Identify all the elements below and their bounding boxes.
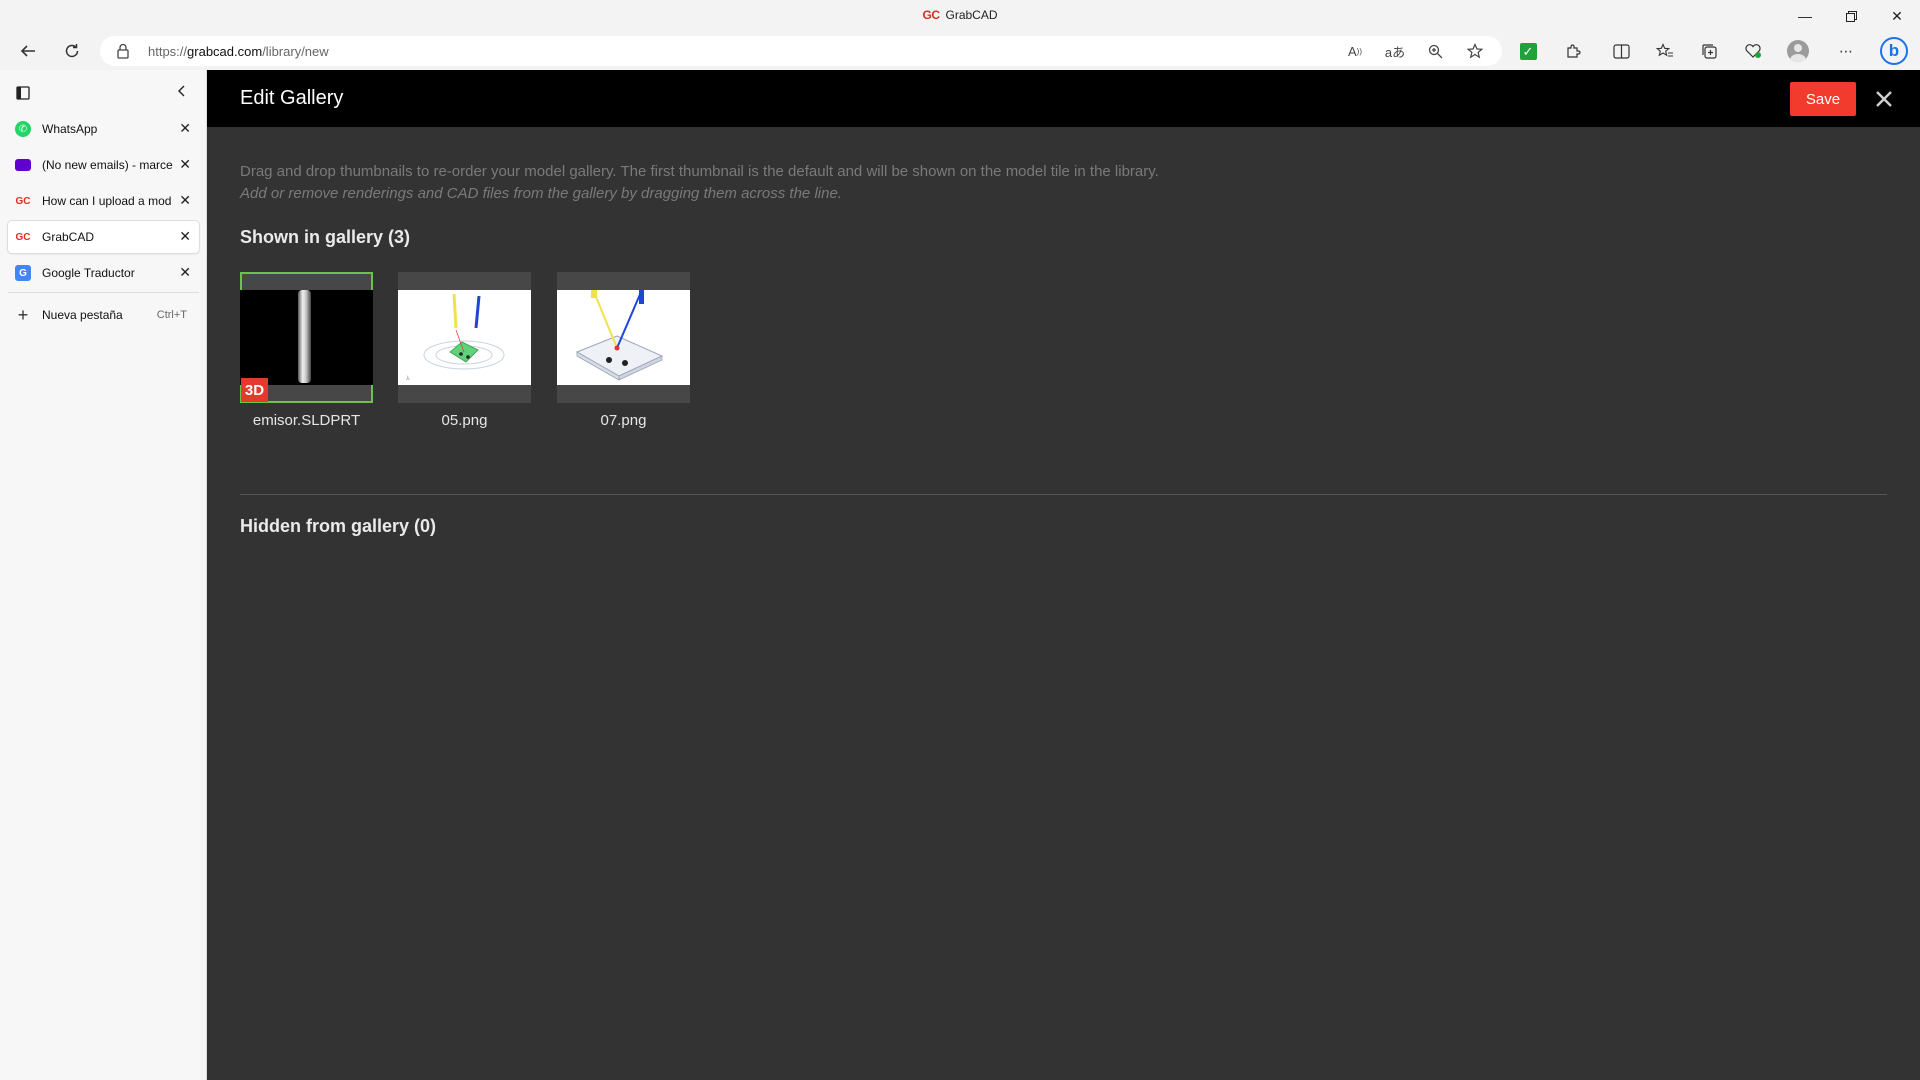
close-tab-icon[interactable]: ✕: [179, 120, 191, 137]
close-icon[interactable]: ✕: [1874, 0, 1920, 32]
save-button[interactable]: Save: [1790, 82, 1856, 116]
thumbnail-name: 07.png: [600, 412, 647, 429]
sidebar-divider: [8, 292, 199, 293]
split-screen-icon[interactable]: [1609, 39, 1633, 63]
close-tab-icon[interactable]: ✕: [179, 228, 191, 245]
google-translate-icon: G: [15, 265, 31, 281]
whatsapp-icon: ✆: [15, 121, 31, 137]
sidebar-tab-mail[interactable]: (No new emails) - marce ✕: [8, 149, 199, 181]
gallery-header: Edit Gallery Save: [207, 70, 1920, 127]
sidebar-tab-google-translate[interactable]: G Google Traductor ✕: [8, 257, 199, 289]
tab-label: WhatsApp: [42, 122, 98, 136]
grabcad-icon: GC: [15, 195, 31, 207]
shown-in-gallery-title: Shown in gallery (3): [240, 227, 411, 247]
3d-badge: 3D: [241, 378, 268, 402]
bing-copilot-icon[interactable]: b: [1879, 36, 1909, 66]
performance-heart-icon[interactable]: [1741, 39, 1765, 63]
favorite-star-icon[interactable]: [1462, 40, 1488, 62]
browser-toolbar: https://grabcad.com/library/new A)) aあ ✓…: [0, 32, 1920, 70]
read-aloud-icon[interactable]: A)): [1342, 40, 1368, 62]
grabcad-icon: GC: [15, 231, 31, 243]
hidden-from-gallery-title: Hidden from gallery (0): [240, 516, 437, 536]
lock-icon[interactable]: [116, 43, 132, 59]
tab-label: (No new emails) - marce: [42, 158, 173, 172]
tab-label: How can I upload a mod: [42, 194, 172, 208]
plus-icon: +: [17, 304, 29, 325]
new-tab-button[interactable]: + Nueva pestaña Ctrl+T: [8, 300, 199, 330]
url-text[interactable]: https://grabcad.com/library/new: [148, 44, 329, 59]
grabcad-icon: GC: [922, 8, 940, 22]
close-tab-icon[interactable]: ✕: [179, 156, 191, 173]
tab-label: GrabCAD: [42, 230, 95, 244]
vertical-tabs-sidebar: ✆ WhatsApp ✕ (No new emails) - marce ✕ G…: [0, 70, 207, 1080]
close-icon[interactable]: [1867, 82, 1901, 116]
close-tab-icon[interactable]: ✕: [179, 192, 191, 209]
gallery-thumbnail[interactable]: [557, 272, 690, 403]
extensions-icon[interactable]: [1561, 39, 1585, 63]
edit-gallery-panel: Edit Gallery Save Drag and drop thumbnai…: [207, 70, 1920, 1080]
window-title-text: GrabCAD: [945, 8, 998, 22]
tab-label: Google Traductor: [42, 266, 135, 280]
thumbnail-image: ⅄: [398, 290, 531, 385]
translate-icon[interactable]: aあ: [1382, 40, 1408, 62]
checkbox-extension-icon[interactable]: ✓: [1516, 39, 1540, 63]
thumbnail-name: 05.png: [441, 412, 488, 429]
svg-text:⅄: ⅄: [405, 375, 410, 382]
sidebar-tab-whatsapp[interactable]: ✆ WhatsApp ✕: [8, 113, 199, 145]
new-tab-shortcut: Ctrl+T: [156, 309, 187, 321]
restore-icon[interactable]: [1828, 0, 1874, 32]
sidebar-top-bar: [0, 82, 206, 106]
instructions-subtext: Add or remove renderings and CAD files f…: [240, 185, 842, 202]
profile-avatar-icon[interactable]: [1786, 39, 1810, 63]
collections-icon[interactable]: [1697, 39, 1721, 63]
refresh-icon[interactable]: [56, 36, 88, 66]
url-prefix: https://: [148, 44, 188, 59]
url-path: /library/new: [262, 44, 329, 59]
page-title: Edit Gallery: [240, 87, 344, 109]
new-tab-label: Nueva pestaña: [42, 308, 123, 322]
back-icon[interactable]: [12, 36, 44, 66]
close-tab-icon[interactable]: ✕: [179, 264, 191, 281]
url-domain: grabcad.com: [187, 44, 263, 59]
minimize-icon[interactable]: —: [1782, 0, 1828, 32]
collapse-sidebar-icon[interactable]: [176, 84, 188, 103]
window-title: GC GrabCAD: [0, 8, 1920, 22]
gallery-thumbnail[interactable]: 3D: [240, 272, 373, 403]
thumbnail-image: [557, 290, 690, 385]
sidebar-tab-grabcad-question[interactable]: GC How can I upload a mod ✕: [8, 185, 199, 217]
thumbnail-name: emisor.SLDPRT: [252, 412, 361, 429]
gallery-thumbnail[interactable]: ⅄: [398, 272, 531, 403]
gallery-divider-line: [240, 494, 1887, 495]
instructions-text: Drag and drop thumbnails to re-order you…: [240, 163, 1159, 180]
zoom-icon[interactable]: [1422, 40, 1448, 62]
thumbnail-image: [240, 290, 373, 385]
favorites-icon[interactable]: [1653, 39, 1677, 63]
window-titlebar: GC GrabCAD — ✕: [0, 0, 1920, 32]
more-options-icon[interactable]: ⋯: [1834, 39, 1858, 63]
mail-icon: [15, 159, 31, 171]
sidebar-tab-grabcad[interactable]: GC GrabCAD ✕: [8, 221, 199, 253]
tab-actions-icon[interactable]: [16, 86, 30, 105]
address-bar[interactable]: https://grabcad.com/library/new A)) aあ: [100, 36, 1502, 66]
